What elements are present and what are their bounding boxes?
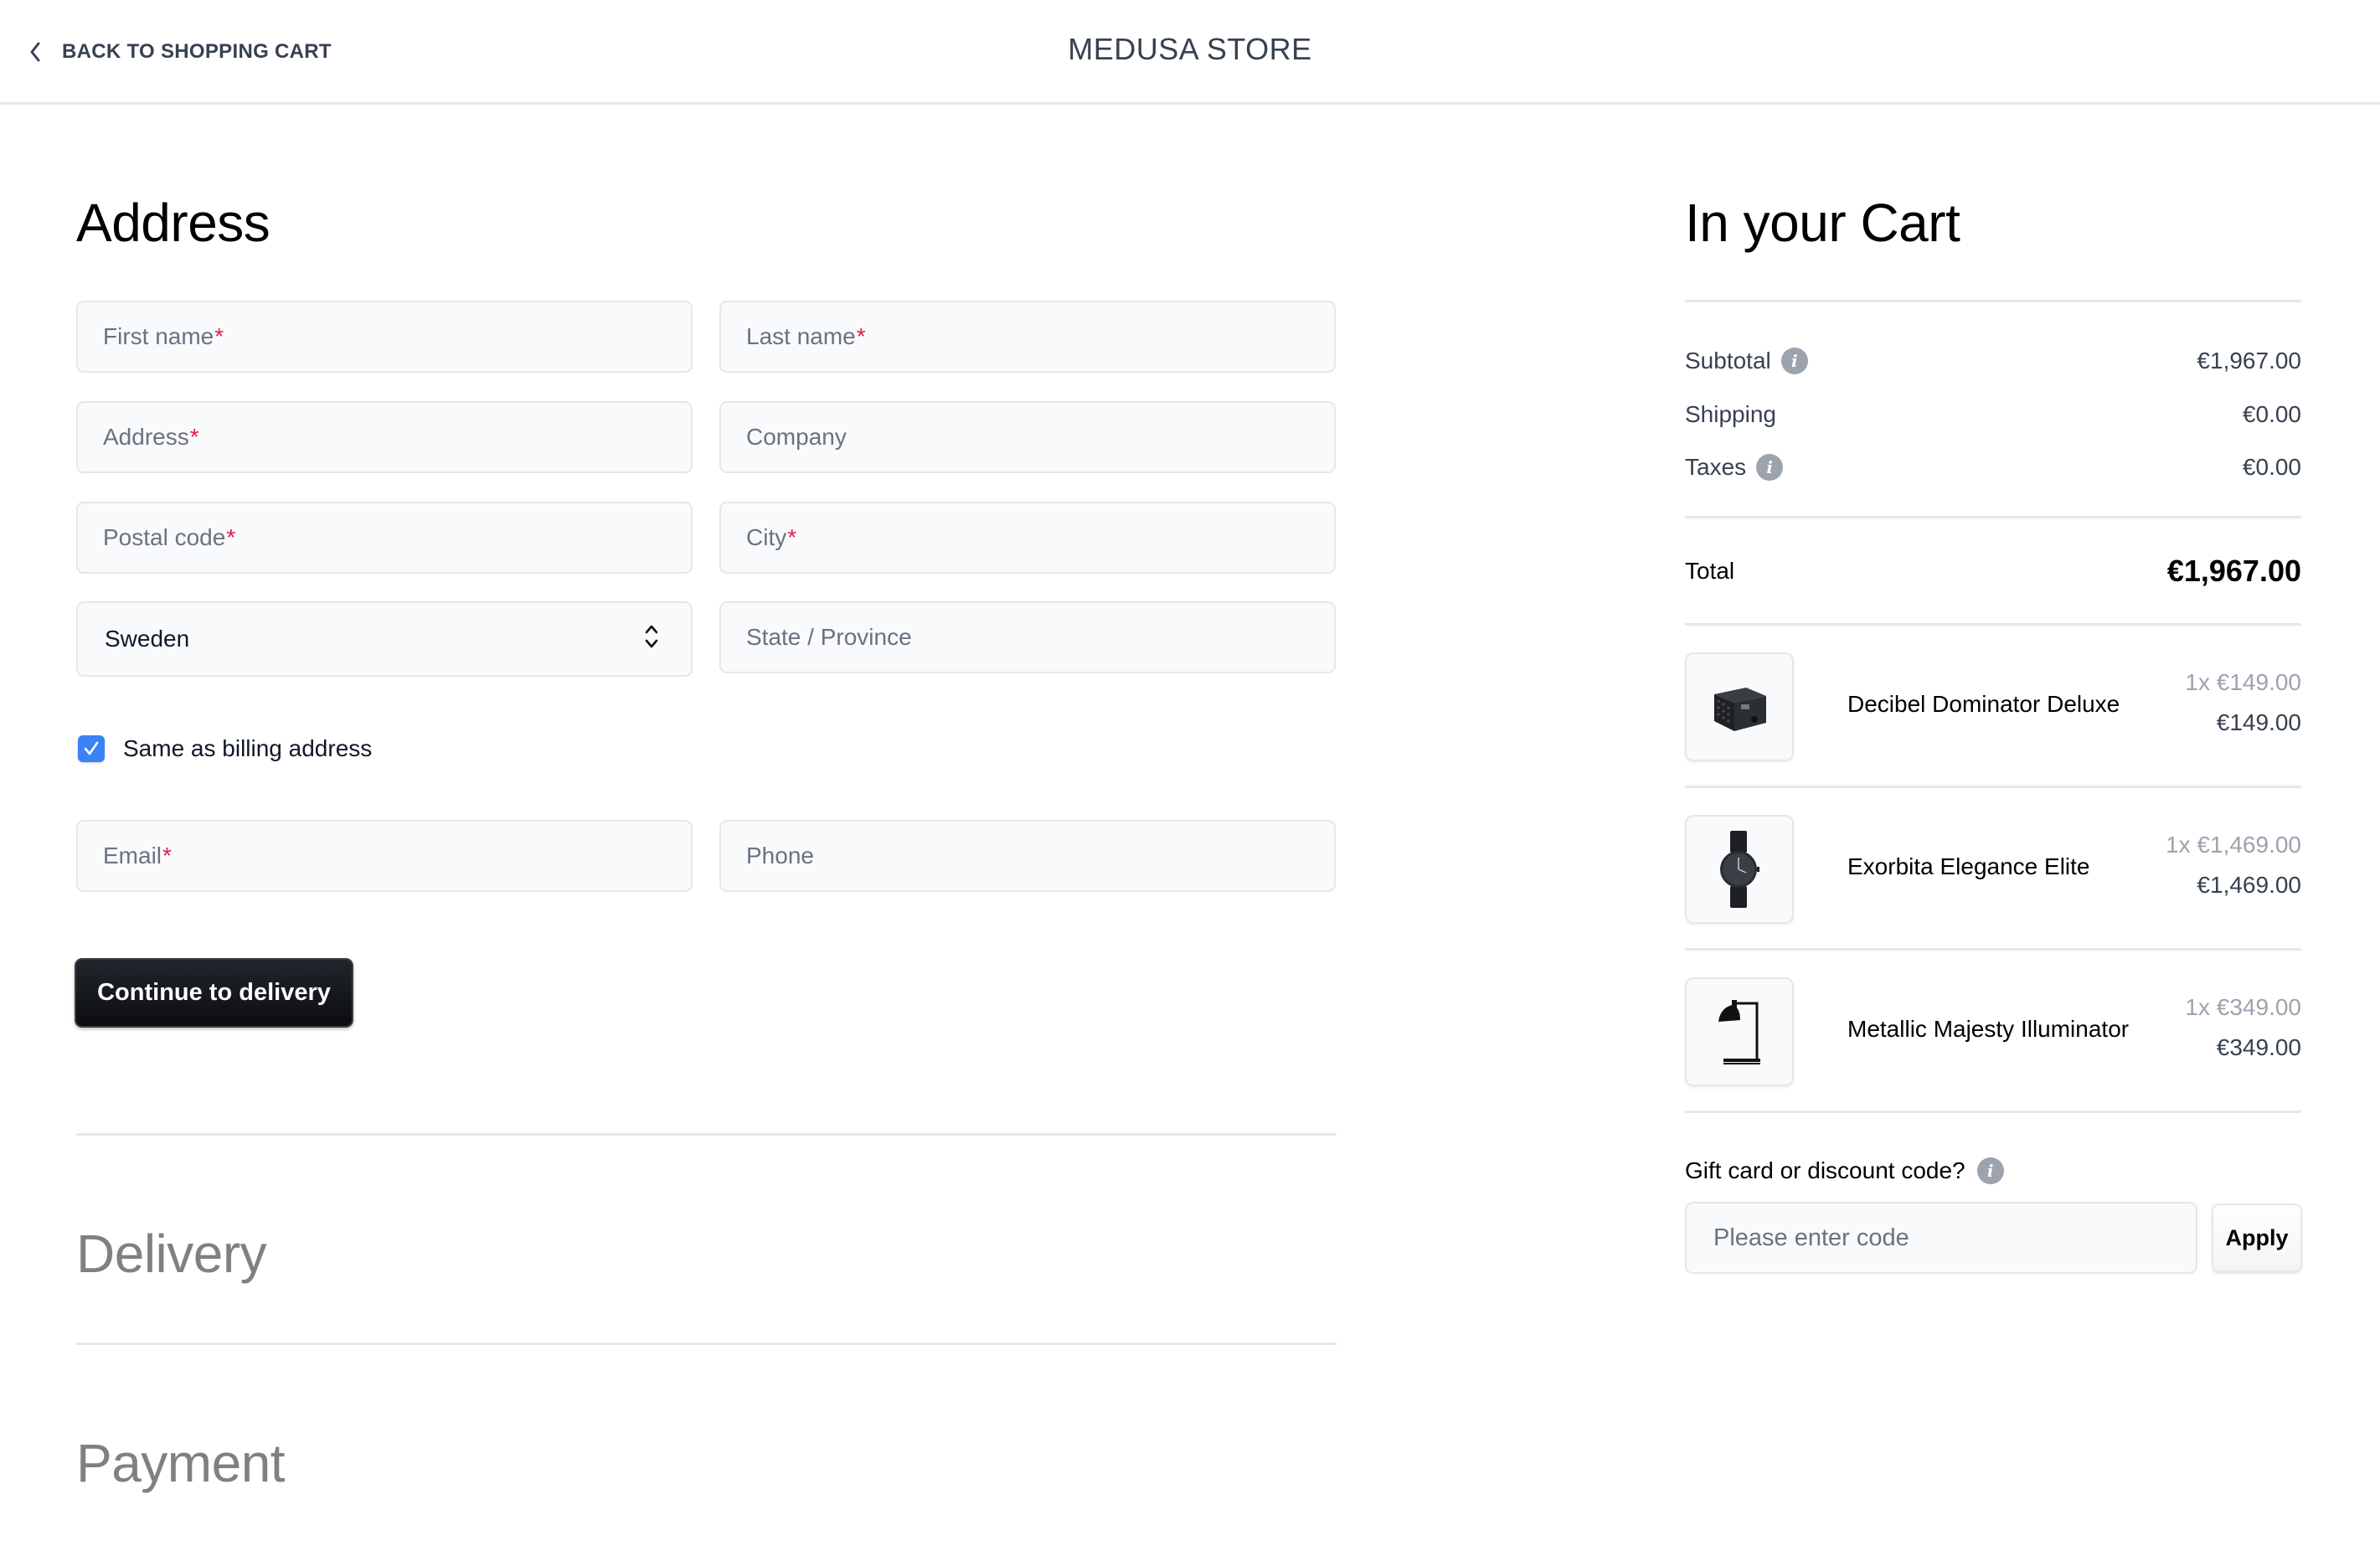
last-name-input[interactable]: Last name *	[719, 301, 1336, 373]
cart-heading: In your Cart	[1685, 193, 1960, 253]
country-value: Sweden	[105, 626, 190, 652]
item-divider	[1685, 1111, 2301, 1113]
product-name: Exorbita Elegance Elite	[1847, 853, 2090, 879]
discount-label: Gift card or discount code?	[1685, 1157, 1965, 1183]
product-name: Decibel Dominator Deluxe	[1847, 691, 2120, 717]
state-province-input[interactable]: State / Province	[719, 601, 1336, 673]
payment-heading: Payment	[76, 1433, 286, 1493]
line-total: €1,469.00	[2197, 872, 2301, 898]
address-input[interactable]: Address *	[76, 401, 693, 473]
delivery-heading: Delivery	[76, 1224, 267, 1284]
taxes-value: €0.00	[2242, 454, 2301, 480]
cart-item[interactable]: Metallic Majesty Illuminator 1x €349.00 …	[1685, 977, 2301, 1086]
section-divider	[76, 1133, 1337, 1136]
total-row: Total €1,967.00	[1685, 553, 2301, 590]
subtotal-row: Subtotal i €1,967.00	[1685, 344, 2301, 378]
cart-divider	[1685, 623, 2301, 626]
country-select[interactable]: Sweden	[76, 601, 693, 677]
unit-price: 1x €149.00	[2185, 669, 2301, 695]
phone-placeholder: Phone	[746, 843, 814, 868]
postal-code-input[interactable]: Postal code *	[76, 502, 693, 574]
same-as-billing-label: Same as billing address	[123, 735, 373, 761]
subtotal-label: Subtotal	[1685, 348, 1771, 374]
checkmark-icon	[84, 741, 99, 755]
taxes-row: Taxes i €0.00	[1685, 451, 2301, 484]
required-marker: *	[226, 524, 236, 550]
first-name-input[interactable]: First name *	[76, 301, 693, 373]
required-marker: *	[856, 323, 866, 349]
product-name: Metallic Majesty Illuminator	[1847, 1016, 2130, 1042]
email-input[interactable]: Email *	[76, 820, 693, 892]
shipping-value: €0.00	[2242, 401, 2301, 427]
same-as-billing-row[interactable]: Same as billing address	[78, 734, 372, 764]
store-title[interactable]: MEDUSA STORE	[0, 32, 2380, 67]
taxes-label: Taxes	[1685, 454, 1747, 480]
info-icon[interactable]: i	[1756, 454, 1784, 481]
product-thumbnail[interactable]	[1685, 652, 1794, 761]
cart-item[interactable]: Exorbita Elegance Elite 1x €1,469.00 €1,…	[1685, 815, 2301, 924]
postal-code-placeholder: Postal code	[103, 524, 226, 550]
same-as-billing-checkbox[interactable]	[78, 735, 105, 762]
info-icon[interactable]: i	[1976, 1157, 2004, 1184]
lamp-icon	[1718, 1000, 1760, 1064]
subtotal-value: €1,967.00	[2197, 348, 2301, 374]
state-province-placeholder: State / Province	[746, 624, 912, 650]
line-total: €349.00	[2216, 1034, 2301, 1060]
line-total: €149.00	[2216, 709, 2301, 735]
required-marker: *	[214, 323, 224, 349]
city-input[interactable]: City *	[719, 502, 1336, 574]
shipping-label: Shipping	[1685, 401, 1776, 427]
section-divider	[76, 1343, 1337, 1345]
discount-code-placeholder: Please enter code	[1713, 1224, 1909, 1251]
email-placeholder: Email	[103, 843, 162, 868]
cart-divider	[1685, 300, 2301, 302]
apply-discount-button[interactable]: Apply	[2212, 1203, 2302, 1272]
info-icon[interactable]: i	[1780, 348, 1808, 374]
required-marker: *	[787, 524, 797, 550]
chevron-up-down-icon	[642, 622, 661, 657]
city-placeholder: City	[746, 524, 787, 550]
watch-icon	[1720, 831, 1759, 908]
speaker-icon	[1714, 688, 1766, 731]
phone-input[interactable]: Phone	[719, 820, 1336, 892]
company-input[interactable]: Company	[719, 401, 1336, 473]
total-value: €1,967.00	[2166, 554, 2301, 588]
address-heading: Address	[76, 193, 270, 253]
product-thumbnail[interactable]	[1685, 815, 1794, 924]
item-divider	[1685, 786, 2301, 788]
item-divider	[1685, 948, 2301, 951]
address-placeholder: Address	[103, 424, 189, 450]
unit-price: 1x €1,469.00	[2166, 832, 2301, 858]
unit-price: 1x €349.00	[2185, 994, 2301, 1020]
shipping-row: Shipping €0.00	[1685, 398, 2301, 431]
product-thumbnail[interactable]	[1685, 977, 1794, 1086]
discount-code-input[interactable]: Please enter code	[1685, 1202, 2197, 1274]
first-name-placeholder: First name	[103, 323, 214, 349]
cart-divider	[1685, 516, 2301, 518]
discount-label-row: Gift card or discount code? i	[1685, 1154, 2004, 1188]
continue-to-delivery-button[interactable]: Continue to delivery	[75, 958, 353, 1028]
last-name-placeholder: Last name	[746, 323, 856, 349]
cart-item[interactable]: Decibel Dominator Deluxe 1x €149.00 €149…	[1685, 652, 2301, 761]
required-marker: *	[162, 843, 172, 868]
top-nav: BACK TO SHOPPING CART MEDUSA STORE	[0, 0, 2380, 105]
required-marker: *	[189, 424, 199, 450]
company-placeholder: Company	[746, 424, 847, 450]
total-label: Total	[1685, 558, 1735, 584]
